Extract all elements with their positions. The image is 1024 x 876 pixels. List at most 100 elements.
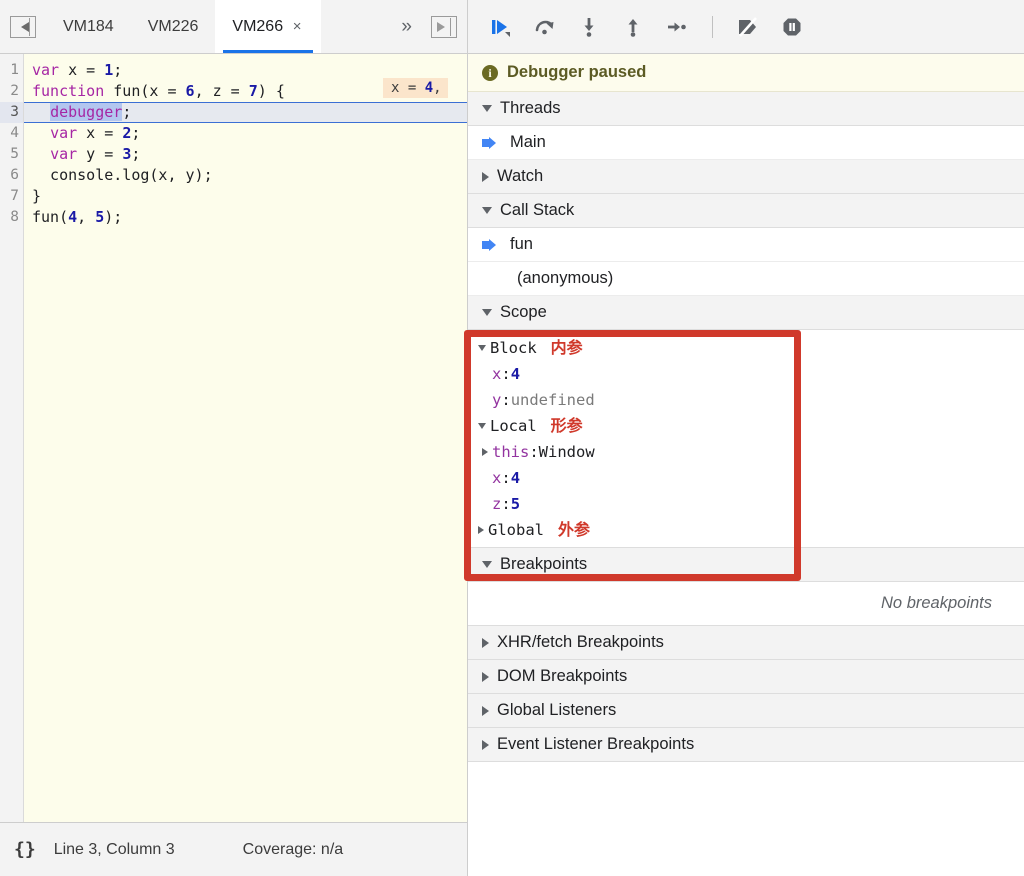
- thread-label: Main: [510, 133, 546, 151]
- breakpoints-empty-message: No breakpoints: [468, 582, 1024, 626]
- chevron-down-icon[interactable]: [478, 423, 486, 429]
- tab-overflow-button[interactable]: »: [391, 0, 421, 53]
- scope-group-label: Local: [490, 417, 537, 435]
- section-title-call-stack: Call Stack: [500, 201, 575, 219]
- toolbar-separator: [712, 15, 713, 38]
- chevron-down-icon[interactable]: [478, 345, 486, 351]
- editor-tab-vm184[interactable]: VM184: [46, 0, 131, 53]
- section-header-scope[interactable]: Scope: [468, 296, 1024, 330]
- nav-next-button[interactable]: [421, 0, 467, 53]
- thread-item-main[interactable]: Main: [468, 126, 1024, 160]
- scope-variable-this[interactable]: this: Window: [468, 439, 1024, 465]
- code-line[interactable]: fun(4, 5);: [24, 207, 467, 228]
- nav-prev-button[interactable]: [0, 0, 46, 53]
- code-token: var: [32, 61, 60, 79]
- scope-variable-z[interactable]: z: 5: [468, 491, 1024, 517]
- section-header-breakpoints[interactable]: Breakpoints: [468, 548, 1024, 582]
- scope-variable-x[interactable]: x: 4: [468, 465, 1024, 491]
- code-editor[interactable]: 12345678 var x = 1; function fun(x = 6, z…: [0, 54, 467, 822]
- scope-variable-value: 4: [510, 469, 521, 487]
- call-stack-frame-fun[interactable]: fun: [468, 228, 1024, 262]
- scope-tree[interactable]: Block 内参 x: 4y: undefined Local 形参 this: Wind…: [468, 330, 1024, 548]
- code-token: ;: [131, 145, 141, 163]
- section-title-global-listeners: Global Listeners: [497, 701, 617, 719]
- step-out-button[interactable]: [614, 10, 652, 44]
- chevron-right-icon: [482, 637, 489, 648]
- scope-variable-value: undefined: [510, 391, 595, 409]
- resume-icon: [492, 19, 510, 37]
- resume-script-execution-button[interactable]: [482, 10, 520, 44]
- chevron-right-icon: [482, 705, 489, 716]
- chevron-right-icon[interactable]: [478, 526, 484, 534]
- chevron-down-icon: [482, 207, 492, 214]
- code-token: 7: [248, 82, 258, 100]
- editor-tab-vm226[interactable]: VM226: [131, 0, 216, 53]
- scope-variable-separator: :: [501, 391, 511, 409]
- line-number[interactable]: 1: [0, 60, 23, 81]
- code-token: 2: [122, 124, 132, 142]
- section-header-event-listener-breakpoints[interactable]: Event Listener Breakpoints: [468, 728, 1024, 762]
- section-header-threads[interactable]: Threads: [468, 92, 1024, 126]
- code-line[interactable]: console.log(x, y);: [24, 165, 467, 186]
- editor-pane: VM184 VM226 VM266 × » 12345678 var x = 1; fu…: [0, 0, 468, 876]
- scope-variable-x[interactable]: x: 4: [468, 361, 1024, 387]
- section-title-watch: Watch: [497, 167, 544, 185]
- code-token: x =: [77, 124, 123, 142]
- deactivate-breakpoints-button[interactable]: [729, 10, 767, 44]
- code-token: fun(x =: [104, 82, 186, 100]
- section-title-event-listener-breakpoints: Event Listener Breakpoints: [497, 735, 695, 753]
- section-header-global-listeners[interactable]: Global Listeners: [468, 694, 1024, 728]
- scope-group-local[interactable]: Local 形参: [468, 413, 1024, 439]
- code-line[interactable]: var y = 3;: [24, 144, 467, 165]
- line-number[interactable]: 3: [0, 102, 23, 123]
- step-into-button[interactable]: [570, 10, 608, 44]
- scope-variable-name: x: [492, 365, 502, 383]
- section-header-xhr-fetch-breakpoints[interactable]: XHR/fetch Breakpoints: [468, 626, 1024, 660]
- section-header-dom-breakpoints[interactable]: DOM Breakpoints: [468, 660, 1024, 694]
- pause-on-exceptions-button[interactable]: [773, 10, 811, 44]
- editor-tab-label: VM226: [147, 17, 199, 35]
- pretty-print-icon[interactable]: {}: [0, 839, 50, 860]
- code-token: 1: [104, 61, 114, 79]
- code-token: ,: [77, 208, 96, 226]
- line-number[interactable]: 6: [0, 165, 23, 186]
- code-token: );: [104, 208, 123, 226]
- call-stack-frame-anonymous[interactable]: (anonymous): [468, 262, 1024, 296]
- code-line[interactable]: debugger;: [24, 102, 467, 123]
- nav-prev-icon: [10, 15, 36, 38]
- scope-variable-y[interactable]: y: undefined: [468, 387, 1024, 413]
- step-over-button[interactable]: [526, 10, 564, 44]
- line-number[interactable]: 2: [0, 81, 23, 102]
- chevron-right-icon: [482, 671, 489, 682]
- code-line[interactable]: }: [24, 186, 467, 207]
- code-token: console.log(x, y);: [32, 166, 213, 184]
- chevron-right-icon: [482, 171, 489, 182]
- code-content[interactable]: var x = 1; function fun(x = 6, z = 7) { d…: [24, 54, 467, 822]
- chevron-right-icon[interactable]: [482, 448, 488, 456]
- section-header-watch[interactable]: Watch: [468, 160, 1024, 194]
- info-icon: i: [482, 64, 498, 81]
- line-number[interactable]: 7: [0, 186, 23, 207]
- code-line[interactable]: var x = 2;: [24, 123, 467, 144]
- debugger-pane: i Debugger paused Threads Main Watch Cal…: [468, 0, 1024, 876]
- editor-tab-vm266[interactable]: VM266 ×: [215, 0, 322, 53]
- line-number[interactable]: 8: [0, 207, 23, 228]
- cursor-position-label: Line 3, Column 3: [53, 840, 175, 858]
- scope-variable-name: this: [492, 443, 530, 461]
- nav-next-icon: [431, 15, 457, 38]
- line-number[interactable]: 4: [0, 123, 23, 144]
- line-number[interactable]: 5: [0, 144, 23, 165]
- step-out-icon: [628, 18, 638, 37]
- debugger-paused-banner: i Debugger paused: [468, 54, 1024, 92]
- scope-group-block[interactable]: Block 内参: [468, 335, 1024, 361]
- scope-annotation-note: 形参: [550, 416, 583, 435]
- editor-tab-label: VM266: [232, 17, 284, 35]
- call-stack-frame-label: fun: [510, 235, 533, 253]
- close-icon[interactable]: ×: [290, 19, 304, 34]
- step-button[interactable]: [658, 10, 696, 44]
- step-icon: [668, 22, 686, 31]
- section-header-call-stack[interactable]: Call Stack: [468, 194, 1024, 228]
- scope-group-global[interactable]: Global 外参: [468, 517, 1024, 543]
